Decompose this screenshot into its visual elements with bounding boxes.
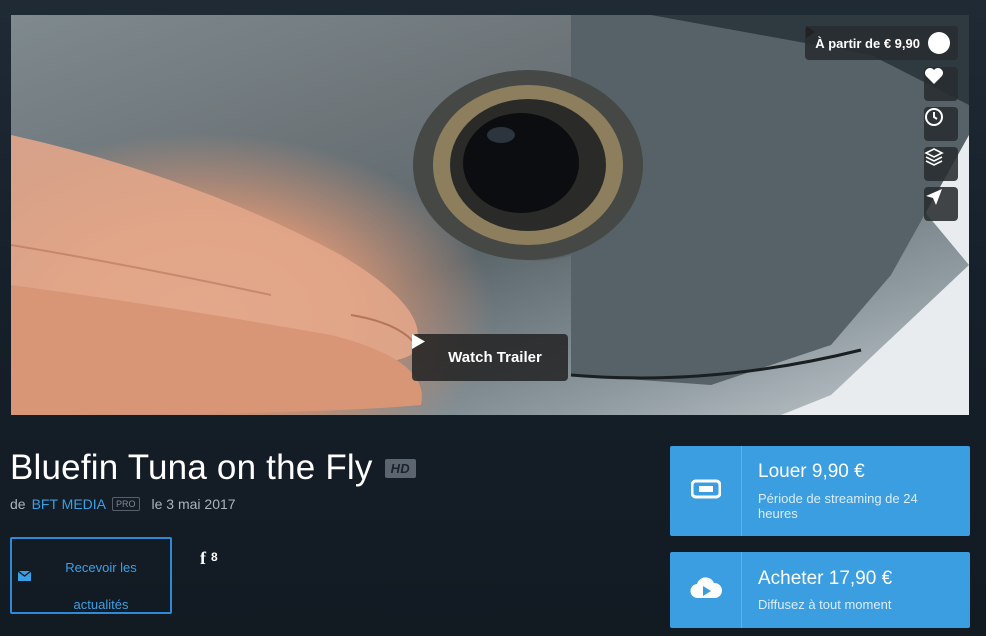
buy-button[interactable]: Acheter 17,90 € Diffusez à tout moment [670, 552, 970, 628]
envelope-icon [17, 569, 32, 584]
release-date: le 3 mai 2017 [151, 496, 236, 512]
hero-image[interactable]: À partir de € 9,90 Watch Trailer [11, 15, 969, 415]
publisher-link[interactable]: BFT MEDIA [32, 496, 106, 512]
watch-later-button[interactable] [924, 107, 958, 141]
follow-label: Recevoir les actualités [65, 560, 137, 612]
facebook-share[interactable]: f 8 [200, 548, 218, 569]
buy-title: Acheter 17,90 € [758, 568, 893, 589]
facebook-count: 8 [211, 550, 218, 564]
collection-button[interactable] [924, 147, 958, 181]
favorite-button[interactable] [924, 67, 958, 101]
rent-button[interactable]: Louer 9,90 € Période de streaming de 24 … [670, 446, 970, 536]
share-button[interactable] [924, 187, 958, 221]
watch-trailer-button[interactable]: Watch Trailer [412, 334, 568, 381]
by-prefix: de [10, 496, 26, 512]
buy-icon-wrap [670, 552, 742, 628]
page-title: Bluefin Tuna on the Fly HD [10, 448, 416, 488]
play-icon [806, 26, 950, 54]
rent-subtitle: Période de streaming de 24 heures [758, 491, 918, 521]
pro-badge: PRO [112, 497, 140, 511]
facebook-icon: f [200, 548, 206, 568]
cloud-play-icon [689, 576, 722, 604]
film-meta: de BFT MEDIA PRO le 3 mai 2017 [10, 496, 236, 512]
price-label: À partir de € 9,90 [815, 35, 920, 51]
price-pill[interactable]: À partir de € 9,90 [805, 26, 958, 60]
watch-trailer-label: Watch Trailer [448, 349, 542, 366]
rent-icon-wrap [670, 446, 742, 536]
rent-title: Louer 9,90 € [758, 461, 865, 482]
hd-badge: HD [384, 458, 416, 478]
follow-button[interactable]: Recevoir les actualités [10, 537, 172, 614]
ticket-icon [690, 478, 721, 505]
buy-subtitle: Diffusez à tout moment [758, 597, 892, 612]
film-title: Bluefin Tuna on the Fly [10, 448, 373, 487]
